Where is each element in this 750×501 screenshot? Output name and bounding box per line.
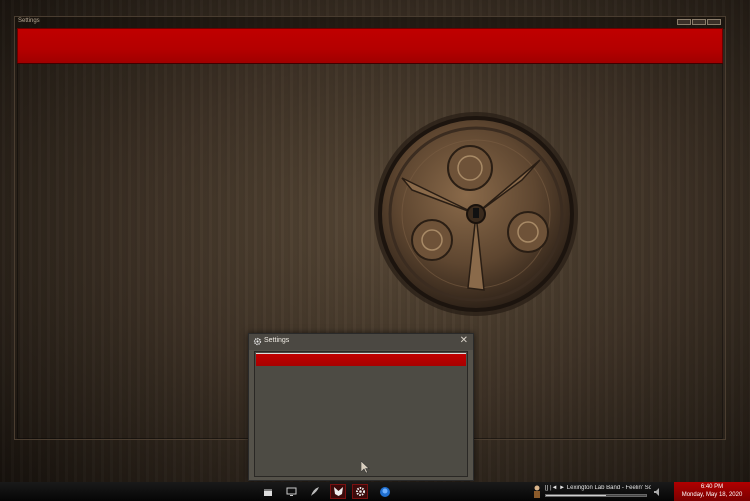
clock-time: 6:40 PM (700, 484, 724, 490)
taskbar-fox-button[interactable] (330, 484, 346, 499)
small-header-bar (256, 353, 466, 366)
shield-icon (380, 486, 390, 497)
media-player-widget[interactable]: [] |◄ ► Lexington Lab Band - Feelin' So (531, 484, 651, 500)
main-window-title: Settings (18, 18, 40, 24)
taskbar-settings-button[interactable] (352, 484, 368, 499)
feather-icon (310, 487, 319, 496)
main-window-controls (677, 19, 721, 25)
clock-date: Monday, May 18, 2020 (681, 492, 743, 498)
minimize-button[interactable] (677, 19, 691, 25)
taskbar-calendar-button[interactable] (260, 484, 276, 499)
maximize-button[interactable] (692, 19, 706, 25)
taskbar-shield-button[interactable] (377, 484, 393, 499)
musician-icon (534, 485, 540, 498)
small-content-area (254, 351, 468, 477)
mouse-cursor-icon (361, 461, 370, 474)
taskbar-monitor-button[interactable] (283, 484, 299, 499)
monitor-icon (286, 487, 296, 496)
main-header-bar (17, 28, 723, 64)
gear-icon (355, 487, 365, 496)
close-icon[interactable]: ✕ (460, 336, 468, 346)
speaker-icon[interactable] (654, 488, 662, 496)
small-window-title: Settings (264, 337, 290, 344)
gear-icon (253, 337, 262, 346)
fox-icon (333, 487, 343, 496)
taskbar: [] |◄ ► Lexington Lab Band - Feelin' So … (0, 482, 750, 501)
taskbar-clock[interactable]: 6:40 PM Monday, May 18, 2020 (674, 482, 750, 501)
settings-window-small[interactable]: Settings ✕ (248, 333, 474, 481)
small-titlebar[interactable]: Settings ✕ (249, 334, 473, 350)
calendar-icon (264, 488, 272, 496)
media-progress-bar[interactable] (545, 494, 647, 497)
close-button[interactable] (707, 19, 721, 25)
media-track-title: [] |◄ ► Lexington Lab Band - Feelin' So (545, 485, 651, 491)
taskbar-feather-button[interactable] (306, 484, 322, 499)
